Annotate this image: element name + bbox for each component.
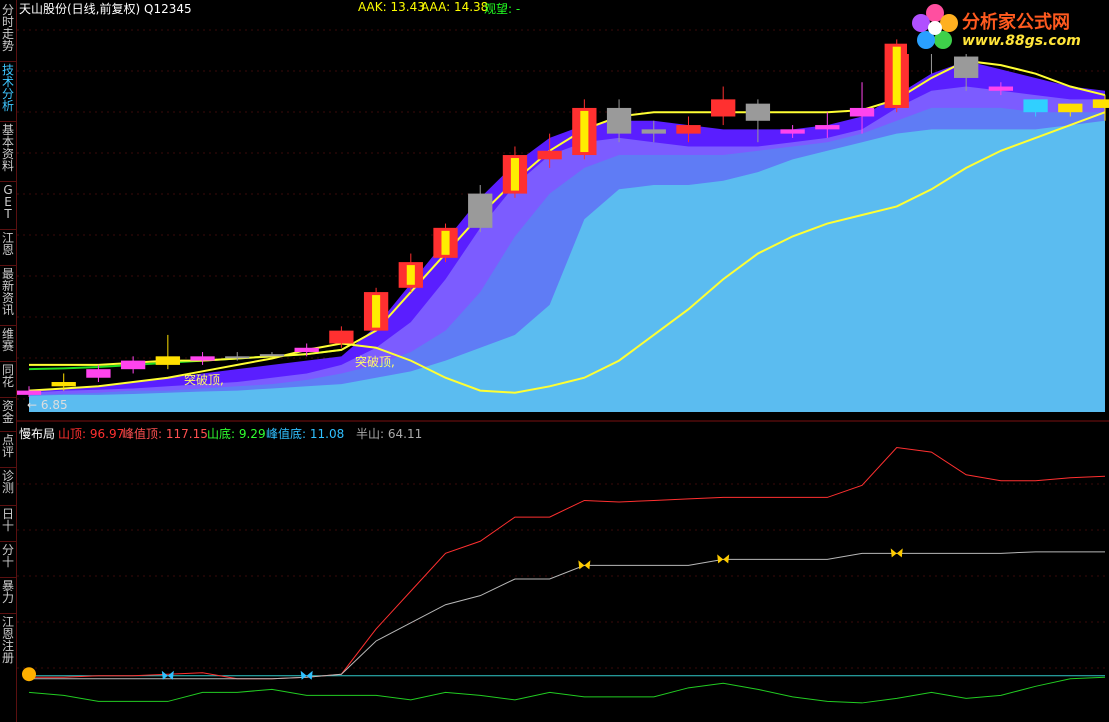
side-separator (0, 325, 16, 326)
side-separator (0, 467, 16, 468)
candle-body (780, 129, 805, 134)
band-base (17, 412, 1109, 420)
start-marker-icon (22, 667, 36, 682)
side-separator (0, 613, 16, 614)
flower-logo-icon (912, 4, 958, 49)
side-tab-2[interactable]: 基 本 资 料 (0, 124, 16, 172)
fengzhiding-value: 峰值顶: 117.15 (122, 427, 208, 441)
side-separator (0, 541, 16, 542)
side-tab-4[interactable]: 江 恩 (0, 232, 16, 256)
kline-chart-area[interactable] (17, 0, 1109, 722)
side-tab-1[interactable]: 技 术 分 析 (0, 64, 16, 112)
candle-body (1023, 99, 1048, 113)
candle-body (1092, 99, 1109, 108)
side-tab-3[interactable]: G E T (0, 184, 16, 220)
side-tab-0[interactable]: 分 时 走 势 (0, 4, 16, 52)
candle-body (155, 356, 180, 365)
candle-body (120, 360, 146, 370)
logo-brand: 分析家公式网 (962, 12, 1070, 33)
candle-highlight (510, 158, 519, 191)
side-separator (0, 577, 16, 578)
side-separator (0, 265, 16, 266)
side-tab-13[interactable]: 暴 力 (0, 580, 16, 604)
candle-body (17, 390, 42, 395)
candle-body (51, 382, 76, 387)
candle-highlight (441, 230, 450, 255)
candle-body (329, 330, 354, 344)
side-tab-9[interactable]: 点 评 (0, 434, 16, 458)
candle-body (606, 107, 632, 134)
candle-highlight (372, 295, 381, 328)
side-tab-11[interactable]: 日 十 (0, 508, 16, 532)
candle-body (711, 99, 736, 117)
candle-body (294, 347, 319, 353)
side-separator (0, 181, 16, 182)
side-tab-14[interactable]: 江 恩 注 册 (0, 616, 16, 664)
left-tab-bar: 分 时 走 势技 术 分 析基 本 资 料 G E T 江 恩最 新 资 讯维 赛同… (0, 0, 17, 722)
side-separator (0, 121, 16, 122)
breakout-label-1: 突破顶, (184, 373, 224, 387)
lower-gray-line (29, 551, 1105, 680)
side-separator (0, 397, 16, 398)
side-tab-5[interactable]: 最 新 资 讯 (0, 268, 16, 316)
candle-highlight (580, 110, 589, 153)
side-separator (0, 61, 16, 62)
breakout-label-2: 突破顶, (355, 355, 395, 369)
candle-body (190, 356, 215, 361)
candle-body (86, 369, 111, 378)
fengzhidi-value: 峰值底: 11.08 (266, 427, 345, 441)
candle-body (815, 125, 840, 130)
logo-url: www.88gs.com (962, 33, 1081, 49)
candle-body (849, 107, 875, 117)
banshan-value: 半山: 64.11 (356, 427, 423, 441)
side-tab-7[interactable]: 同 花 (0, 364, 16, 388)
candle-highlight (406, 265, 415, 285)
side-separator (0, 229, 16, 230)
shanding-value: 山顶: 96.97 (58, 427, 125, 441)
side-separator (0, 505, 16, 506)
candle-body (1058, 103, 1083, 113)
candle-body (537, 150, 562, 160)
candle-body (259, 354, 285, 357)
candle-highlight (892, 46, 901, 105)
candle-body (641, 129, 666, 134)
candle-body (676, 125, 701, 134)
candle-body (954, 56, 979, 78)
candle-body (988, 86, 1014, 91)
site-logo: 分析家公式网 www.88gs.com (907, 0, 1109, 54)
side-tab-8[interactable]: 资 金 (0, 400, 16, 424)
side-tab-10[interactable]: 诊 测 (0, 470, 16, 494)
candle-body (745, 103, 771, 121)
lower-red-line (29, 447, 1106, 680)
lower-green-line (28, 676, 1106, 704)
side-separator (0, 431, 16, 432)
side-tab-6[interactable]: 维 赛 (0, 328, 16, 352)
low-price-label: ← 6.85 (27, 398, 68, 412)
shandi-value: 山底: 9.29 (207, 427, 266, 441)
candle-body (468, 193, 493, 228)
indicator-name: 慢布局 (19, 427, 56, 441)
candle-body (225, 356, 250, 359)
side-separator (0, 361, 16, 362)
side-tab-12[interactable]: 分 十 (0, 544, 16, 568)
